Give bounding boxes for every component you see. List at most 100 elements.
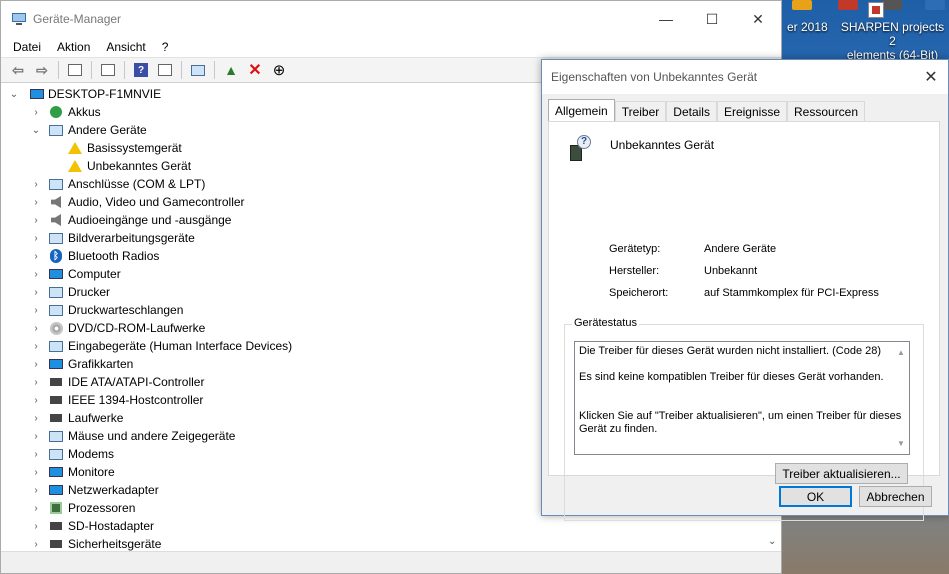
tree-item-label: Sicherheitsgeräte — [68, 537, 162, 551]
minimize-button[interactable]: — — [643, 1, 689, 37]
display-adapter-icon — [48, 356, 64, 372]
status-line: Es sind keine kompatiblen Treiber für di… — [579, 371, 884, 383]
desktop-icon-top-3[interactable] — [882, 0, 902, 10]
desktop-icon-top-2[interactable] — [838, 0, 858, 10]
chevron-right-icon[interactable]: › — [31, 449, 41, 460]
tree-item-label: Andere Geräte — [68, 123, 147, 137]
status-line — [579, 384, 905, 397]
tree-item-label: Monitore — [68, 465, 115, 479]
tree-item-label: Audio, Video und Gamecontroller — [68, 195, 245, 209]
chevron-right-icon[interactable]: › — [31, 179, 41, 190]
chevron-down-icon[interactable]: ⌄ — [9, 89, 19, 100]
chevron-right-icon[interactable]: › — [31, 377, 41, 388]
bluetooth-icon: ᛒ — [48, 248, 64, 264]
tree-item-label: SD-Hostadapter — [68, 519, 155, 533]
cancel-button[interactable]: Abbrechen — [859, 486, 932, 507]
modem-icon — [48, 446, 64, 462]
network-icon — [48, 482, 64, 498]
desktop-icon-top-4[interactable] — [925, 0, 945, 10]
chevron-right-icon[interactable]: › — [31, 305, 41, 316]
device-status-textbox[interactable]: Die Treiber für dieses Gerät wurden nich… — [574, 341, 910, 455]
tab-ressourcen[interactable]: Ressourcen — [787, 101, 866, 121]
status-line — [579, 358, 905, 371]
update-driver-button[interactable]: Treiber aktualisieren... — [775, 463, 908, 484]
properties-dialog: Eigenschaften von Unbekanntes Gerät ✕ Al… — [541, 59, 949, 521]
chevron-right-icon[interactable]: › — [31, 323, 41, 334]
chevron-down-icon[interactable]: ⌄ — [31, 125, 41, 136]
chevron-right-icon[interactable]: › — [31, 107, 41, 118]
chevron-right-icon[interactable]: › — [31, 485, 41, 496]
chevron-right-icon[interactable]: › — [31, 467, 41, 478]
device-type-value: Andere Geräte — [704, 243, 777, 255]
status-scrollbar[interactable]: ▲ ▼ — [894, 342, 909, 454]
shortcut-icon[interactable] — [868, 2, 884, 18]
chevron-right-icon[interactable]: › — [31, 521, 41, 532]
scroll-down-icon[interactable]: ⌄ — [768, 536, 776, 547]
tab-treiber[interactable]: Treiber — [614, 101, 667, 121]
tree-item-label: Anschlüsse (COM & LPT) — [68, 177, 206, 191]
tree-item-label: Modems — [68, 447, 115, 461]
tab-details[interactable]: Details — [666, 101, 717, 121]
device-status-title: Gerätestatus — [572, 317, 639, 329]
desktop-icon-label-partial[interactable]: er 2018 — [787, 20, 828, 34]
tab-allgemein[interactable]: Allgemein — [548, 99, 615, 122]
properties-icon[interactable] — [97, 59, 119, 81]
status-line: Gerät zu finden. — [579, 423, 658, 435]
tree-item-label: Basissystemgerät — [87, 141, 182, 155]
view-icon[interactable] — [154, 59, 176, 81]
tab-strip: Allgemein Treiber Details Ereignisse Res… — [548, 99, 866, 122]
printer-icon — [48, 302, 64, 318]
dialog-title-bar[interactable]: Eigenschaften von Unbekanntes Gerät ✕ — [542, 60, 948, 94]
disable-device-icon[interactable]: ⊕ — [268, 59, 290, 81]
uninstall-icon[interactable]: ✕ — [244, 59, 266, 81]
desktop-icon-top-1[interactable] — [792, 0, 812, 10]
desktop-icon-sharpen[interactable]: SHARPEN projects 2 elements (64-Bit) — [836, 20, 949, 62]
chevron-right-icon[interactable]: › — [31, 395, 41, 406]
scroll-down-icon[interactable]: ▼ — [897, 437, 905, 450]
back-arrow-icon[interactable]: ⇦ — [7, 59, 29, 81]
drive-icon — [48, 410, 64, 426]
chevron-right-icon[interactable]: › — [31, 413, 41, 424]
speaker-icon — [48, 194, 64, 210]
chevron-right-icon[interactable]: › — [31, 215, 41, 226]
maximize-button[interactable]: ☐ — [689, 1, 735, 37]
chevron-right-icon[interactable]: › — [31, 341, 41, 352]
chevron-right-icon[interactable]: › — [31, 287, 41, 298]
forward-arrow-icon[interactable]: ⇨ — [31, 59, 53, 81]
help-icon[interactable]: ? — [130, 59, 152, 81]
status-line — [579, 397, 905, 410]
chevron-right-icon[interactable]: › — [31, 251, 41, 262]
tree-item-sicherheitsgeräte[interactable]: › Sicherheitsgeräte — [1, 535, 781, 551]
camera-icon — [48, 230, 64, 246]
printer-icon — [48, 284, 64, 300]
battery-icon — [48, 104, 64, 120]
menu-aktion[interactable]: Aktion — [49, 40, 98, 54]
computer-icon — [48, 266, 64, 282]
tab-ereignisse[interactable]: Ereignisse — [716, 101, 787, 121]
ok-button[interactable]: OK — [779, 486, 852, 507]
firewire-icon — [48, 392, 64, 408]
tree-item-label: Akkus — [68, 105, 101, 119]
chevron-right-icon[interactable]: › — [31, 539, 41, 550]
close-button[interactable]: ✕ — [735, 1, 781, 37]
scroll-up-icon[interactable]: ▲ — [897, 346, 905, 359]
scan-hardware-icon[interactable] — [187, 59, 209, 81]
manufacturer-value: Unbekannt — [704, 265, 758, 277]
chevron-right-icon[interactable]: › — [31, 359, 41, 370]
chevron-right-icon[interactable]: › — [31, 269, 41, 280]
security-icon — [48, 536, 64, 551]
controller-icon — [48, 374, 64, 390]
update-driver-icon[interactable]: ▲ — [220, 59, 242, 81]
title-bar[interactable]: Geräte-Manager — ☐ ✕ — [1, 1, 781, 37]
menu-ansicht[interactable]: Ansicht — [98, 40, 153, 54]
chevron-right-icon[interactable]: › — [31, 431, 41, 442]
tree-item-label: IEEE 1394-Hostcontroller — [68, 393, 204, 407]
device-type-label: Gerätetyp: — [609, 243, 661, 255]
chevron-right-icon[interactable]: › — [31, 197, 41, 208]
menu-help[interactable]: ? — [154, 40, 177, 54]
menu-datei[interactable]: Datei — [5, 40, 49, 54]
chevron-right-icon[interactable]: › — [31, 233, 41, 244]
dialog-close-icon[interactable]: ✕ — [914, 67, 948, 87]
show-hide-tree-icon[interactable] — [64, 59, 86, 81]
chevron-right-icon[interactable]: › — [31, 503, 41, 514]
